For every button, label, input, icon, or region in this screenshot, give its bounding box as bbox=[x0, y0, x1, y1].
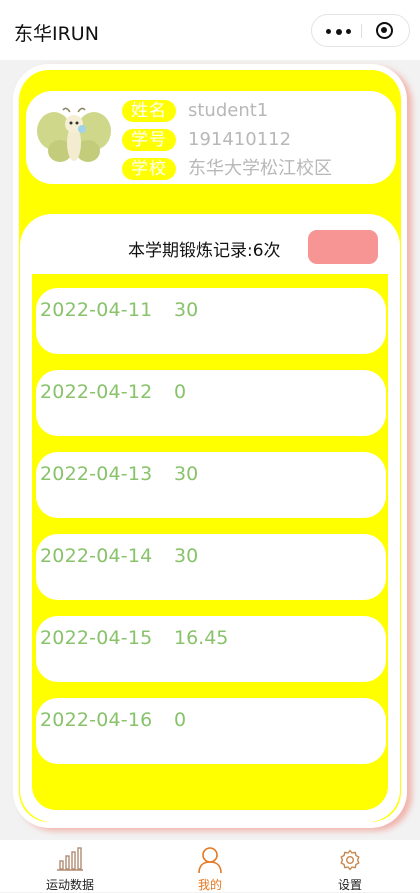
record-item[interactable]: 2022-04-11 30 bbox=[36, 288, 386, 354]
records-list: 2022-04-11 30 2022-04-12 0 2022-04-13 30… bbox=[32, 274, 388, 810]
record-value: 30 bbox=[174, 545, 199, 567]
navigation-bar: 东华IRUN bbox=[0, 0, 420, 60]
record-date: 2022-04-11 bbox=[40, 299, 153, 321]
gear-icon bbox=[340, 849, 360, 871]
record-date: 2022-04-12 bbox=[40, 381, 153, 403]
tab-label: 设置 bbox=[337, 878, 362, 892]
record-value: 0 bbox=[174, 381, 187, 403]
name-value: student1 bbox=[188, 100, 269, 121]
profile-card: 姓名 student1 学号 191410112 学校 东华大学松江校区 bbox=[26, 91, 396, 184]
butterfly-avatar bbox=[37, 107, 111, 162]
record-value: 0 bbox=[174, 709, 187, 731]
record-date: 2022-04-14 bbox=[40, 545, 153, 567]
capsule-divider bbox=[361, 24, 362, 38]
bar-chart-icon bbox=[57, 847, 83, 871]
school-value: 东华大学松江校区 bbox=[188, 158, 332, 179]
records-action-button[interactable] bbox=[308, 230, 378, 264]
student-id-value: 191410112 bbox=[188, 129, 292, 150]
close-target-icon[interactable] bbox=[376, 22, 393, 39]
tab-settings[interactable]: 设置 bbox=[310, 840, 390, 892]
record-value: 16.45 bbox=[174, 627, 229, 649]
tab-label: 运动数据 bbox=[45, 878, 94, 892]
record-item[interactable]: 2022-04-16 0 bbox=[36, 698, 386, 764]
record-value: 30 bbox=[174, 299, 199, 321]
record-date: 2022-04-15 bbox=[40, 627, 153, 649]
records-card: 本学期锻炼记录:6次 2022-04-11 30 2022-04-12 0 20… bbox=[20, 214, 400, 822]
record-item[interactable]: 2022-04-15 16.45 bbox=[36, 616, 386, 682]
record-item[interactable]: 2022-04-12 0 bbox=[36, 370, 386, 436]
more-icon[interactable] bbox=[326, 28, 352, 35]
record-value: 30 bbox=[174, 463, 199, 485]
mini-program-capsule bbox=[311, 14, 410, 47]
student-id-label: 学号 bbox=[122, 129, 176, 151]
tab-bar: 运动数据 我的 设置 bbox=[0, 840, 420, 892]
name-label: 姓名 bbox=[122, 100, 176, 122]
tab-mine[interactable]: 我的 bbox=[170, 840, 250, 892]
records-title: 本学期锻炼记录:6次 bbox=[128, 241, 281, 261]
user-icon bbox=[198, 847, 222, 874]
record-date: 2022-04-13 bbox=[40, 463, 153, 485]
tab-label: 我的 bbox=[197, 878, 222, 892]
record-item[interactable]: 2022-04-13 30 bbox=[36, 452, 386, 518]
app-title: 东华IRUN bbox=[14, 23, 99, 45]
record-item[interactable]: 2022-04-14 30 bbox=[36, 534, 386, 600]
tab-sports-data[interactable]: 运动数据 bbox=[30, 840, 110, 892]
school-label: 学校 bbox=[122, 158, 176, 180]
record-date: 2022-04-16 bbox=[40, 709, 153, 731]
